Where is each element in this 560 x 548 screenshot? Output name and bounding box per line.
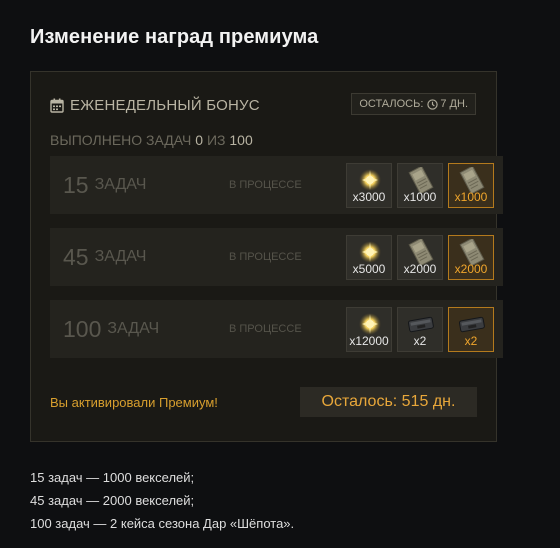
progress-separator: ИЗ	[206, 132, 226, 148]
task-count-number: 15	[63, 171, 89, 198]
task-count-label: ЗАДАЧ	[107, 320, 160, 337]
premium-reward-slot[interactable]: x2	[448, 307, 494, 352]
premium-activated-text: Вы активировали Премиум!	[50, 395, 218, 410]
reward-quantity: x2	[413, 334, 427, 348]
reward-quantity: x1000	[454, 190, 488, 204]
task-count: 45 ЗАДАЧ	[63, 228, 146, 286]
reward-slot[interactable]: x1000	[397, 163, 443, 208]
weekly-bonus-panel: ЕЖЕНЕДЕЛЬНЫЙ БОНУС ОСТАЛОСЬ: 7 дн. ВЫПОЛ…	[30, 71, 503, 442]
remaining-value: 7 дн.	[440, 98, 468, 110]
tasks-progress: ВЫПОЛНЕНО ЗАДАЧ 0 ИЗ 100	[50, 132, 253, 148]
task-count-number: 100	[63, 315, 102, 342]
note-line: 100 задач — 2 кейса сезона Дар «Шёпота».	[30, 516, 295, 531]
progress-done: 0	[195, 132, 204, 148]
task-count-label: ЗАДАЧ	[94, 176, 147, 193]
page-title: Изменение наград премиума	[30, 26, 319, 48]
reward-quantity: x2000	[403, 262, 437, 276]
reward-quantity: x5000	[352, 262, 386, 276]
calendar-icon	[50, 98, 64, 113]
task-count-number: 45	[63, 243, 89, 270]
task-tier-row: 45 ЗАДАЧ В ПРОЦЕССЕ x5000 x2000 x2000	[50, 228, 503, 286]
reward-slot[interactable]: x2000	[397, 235, 443, 280]
panel-title: ЕЖЕНЕДЕЛЬНЫЙ БОНУС	[70, 96, 260, 114]
reward-slot[interactable]: x5000	[346, 235, 392, 280]
reward-slot[interactable]: x12000	[346, 307, 392, 352]
progress-prefix: ВЫПОЛНЕНО ЗАДАЧ	[50, 132, 192, 148]
task-status: В ПРОЦЕССЕ	[229, 323, 302, 335]
premium-reward-slot[interactable]: x1000	[448, 163, 494, 208]
panel-header: ЕЖЕНЕДЕЛЬНЫЙ БОНУС	[50, 95, 260, 115]
reward-quantity: x2	[464, 334, 478, 348]
task-tier-row: 100 ЗАДАЧ В ПРОЦЕССЕ x12000 x2 x2	[50, 300, 503, 358]
reward-slot[interactable]: x3000	[346, 163, 392, 208]
notes: 15 задач — 1000 векселей; 45 задач — 200…	[30, 470, 294, 539]
task-status: В ПРОЦЕССЕ	[229, 251, 302, 263]
note-line: 45 задач — 2000 векселей;	[30, 493, 195, 508]
reward-slot[interactable]: x2	[397, 307, 443, 352]
reward-quantity: x12000	[349, 334, 389, 348]
reward-quantity: x2000	[454, 262, 488, 276]
task-tier-row: 15 ЗАДАЧ В ПРОЦЕССЕ x3000 x1000 x1000	[50, 156, 503, 214]
clock-icon	[427, 98, 439, 110]
reward-quantity: x1000	[403, 190, 437, 204]
note-line: 15 задач — 1000 векселей;	[30, 470, 195, 485]
progress-total: 100	[229, 132, 253, 148]
premium-reward-slot[interactable]: x2000	[448, 235, 494, 280]
reward-quantity: x3000	[352, 190, 386, 204]
task-count: 100 ЗАДАЧ	[63, 300, 159, 358]
task-count: 15 ЗАДАЧ	[63, 156, 146, 214]
premium-remaining-box: Осталось: 515 дн.	[300, 387, 477, 417]
remaining-time-badge: ОСТАЛОСЬ: 7 дн.	[351, 93, 476, 115]
remaining-label: ОСТАЛОСЬ:	[359, 98, 424, 110]
task-status: В ПРОЦЕССЕ	[229, 179, 302, 191]
task-count-label: ЗАДАЧ	[94, 248, 147, 265]
